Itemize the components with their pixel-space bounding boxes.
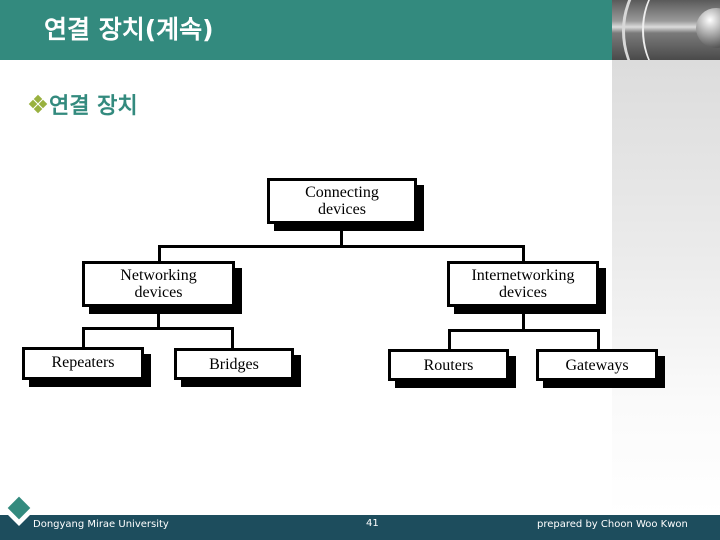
node-gateways: Gateways <box>536 349 658 381</box>
slide-title: 연결 장치(계속) <box>44 15 214 44</box>
node-label: Repeaters <box>51 354 115 371</box>
connector-line <box>522 312 525 330</box>
node-label: Routers <box>423 356 474 374</box>
node-label: Networking <box>120 267 197 284</box>
node-label: devices <box>134 284 183 301</box>
connector-line <box>82 327 85 349</box>
side-gradient-panel <box>612 60 720 515</box>
footer-university: Dongyang Mirae University <box>33 519 169 530</box>
diamond-bullet-icon <box>28 94 48 114</box>
subtitle: 연결 장치 <box>28 88 138 120</box>
slide-header: 연결 장치(계속) <box>0 0 612 60</box>
node-label: devices <box>318 201 366 218</box>
node-connecting-devices: Connecting devices <box>267 178 417 224</box>
node-bridges: Bridges <box>174 348 294 380</box>
node-label: Connecting <box>305 184 379 201</box>
node-label: Gateways <box>565 356 629 374</box>
node-routers: Routers <box>388 349 509 381</box>
connector-line <box>448 329 451 351</box>
connector-line <box>82 327 234 330</box>
connector-line <box>158 245 525 248</box>
footer-page-number: 41 <box>366 518 379 529</box>
connector-line <box>597 329 600 351</box>
node-label: devices <box>499 284 547 301</box>
header-decorative-image <box>612 0 720 60</box>
footer-author: prepared by Choon Woo Kwon <box>537 519 688 530</box>
node-label: Bridges <box>209 355 259 373</box>
connector-line <box>448 329 599 332</box>
node-repeaters: Repeaters <box>22 347 144 380</box>
node-networking-devices: Networking devices <box>82 261 235 307</box>
connector-line <box>231 327 234 349</box>
node-label: Internetworking <box>471 267 575 284</box>
subtitle-text: 연결 장치 <box>49 94 138 119</box>
node-internetworking-devices: Internetworking devices <box>447 261 599 307</box>
